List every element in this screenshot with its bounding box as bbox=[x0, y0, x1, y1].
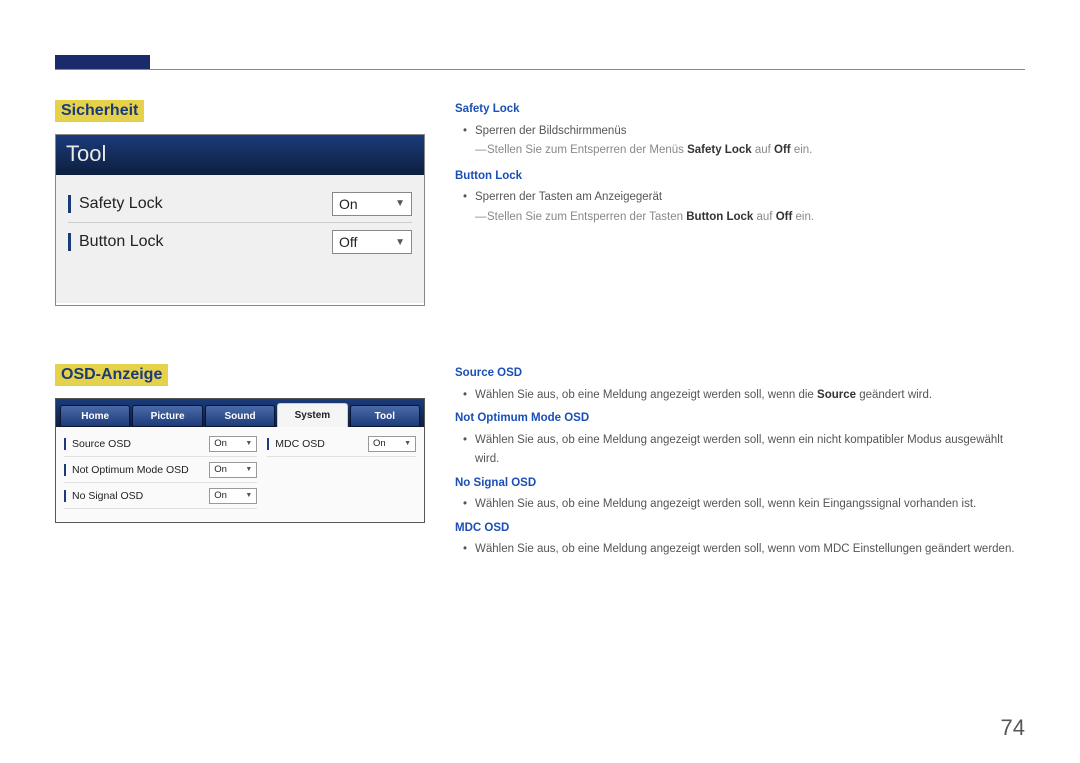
osd-row: MDC OSD On ▼ bbox=[267, 431, 416, 457]
dropdown-value: On bbox=[214, 438, 227, 449]
tab-system[interactable]: System bbox=[277, 403, 347, 427]
header-accent-bar bbox=[55, 55, 150, 69]
header-rule bbox=[55, 69, 1025, 70]
screenshot-header: Tool bbox=[56, 135, 424, 175]
row-indicator-bar bbox=[64, 490, 66, 502]
screenshot-tool-menu: Tool Safety Lock On ▼ Button Lock bbox=[55, 134, 425, 306]
dropdown[interactable]: Off ▼ bbox=[332, 230, 412, 254]
section-title-osd: OSD-Anzeige bbox=[55, 364, 168, 386]
dropdown-value: On bbox=[214, 490, 227, 501]
tab-sound[interactable]: Sound bbox=[205, 405, 275, 427]
subheading: Safety Lock bbox=[455, 100, 1025, 120]
dropdown-value: On bbox=[339, 196, 358, 212]
osd-row: Source OSD On ▼ bbox=[64, 431, 257, 457]
subheading: Not Optimum Mode OSD bbox=[455, 409, 1025, 429]
row-indicator-bar bbox=[68, 233, 71, 251]
row-indicator-bar bbox=[64, 438, 66, 450]
bullet-text: Wählen Sie aus, ob eine Meldung angezeig… bbox=[455, 495, 1025, 515]
dropdown-value: Off bbox=[339, 234, 357, 250]
row-label: Button Lock bbox=[79, 233, 332, 251]
osd-row: Not Optimum Mode OSD On ▼ bbox=[64, 457, 257, 483]
row-label: Source OSD bbox=[72, 438, 209, 450]
chevron-down-icon: ▼ bbox=[245, 492, 252, 499]
menu-row: Button Lock Off ▼ bbox=[68, 223, 412, 261]
dropdown[interactable]: On ▼ bbox=[209, 488, 257, 504]
bullet-text: Wählen Sie aus, ob eine Meldung angezeig… bbox=[455, 431, 1025, 470]
row-indicator-bar bbox=[68, 195, 71, 213]
row-indicator-bar bbox=[64, 464, 66, 476]
dropdown-value: On bbox=[373, 438, 386, 449]
tab-home[interactable]: Home bbox=[60, 405, 130, 427]
tab-tool[interactable]: Tool bbox=[350, 405, 420, 427]
subheading: No Signal OSD bbox=[455, 474, 1025, 494]
chevron-down-icon: ▼ bbox=[245, 466, 252, 473]
osd-row: No Signal OSD On ▼ bbox=[64, 483, 257, 509]
bullet-text: Wählen Sie aus, ob eine Meldung angezeig… bbox=[455, 386, 1025, 406]
bullet-text: Sperren der Tasten am Anzeigegerät bbox=[455, 188, 1025, 208]
chevron-down-icon: ▼ bbox=[404, 440, 411, 447]
screenshot-osd-menu: Home Picture Sound System Tool Source OS… bbox=[55, 398, 425, 523]
row-label: Safety Lock bbox=[79, 195, 332, 213]
bullet-text: Sperren der Bildschirmmenüs bbox=[455, 122, 1025, 142]
bullet-text: Wählen Sie aus, ob eine Meldung angezeig… bbox=[455, 540, 1025, 560]
chevron-down-icon: ▼ bbox=[245, 440, 252, 447]
chevron-down-icon: ▼ bbox=[395, 198, 405, 209]
row-indicator-bar bbox=[267, 438, 269, 450]
dropdown[interactable]: On ▼ bbox=[332, 192, 412, 216]
page-number: 74 bbox=[1001, 715, 1025, 741]
tab-picture[interactable]: Picture bbox=[132, 405, 202, 427]
note-text: Stellen Sie zum Entsperren der Tasten Bu… bbox=[455, 208, 1025, 228]
chevron-down-icon: ▼ bbox=[395, 237, 405, 248]
menu-row: Safety Lock On ▼ bbox=[68, 185, 412, 223]
tab-bar: Home Picture Sound System Tool bbox=[56, 399, 424, 427]
row-label: MDC OSD bbox=[275, 438, 368, 450]
dropdown[interactable]: On ▼ bbox=[368, 436, 416, 452]
dropdown[interactable]: On ▼ bbox=[209, 436, 257, 452]
dropdown-value: On bbox=[214, 464, 227, 475]
subheading: Source OSD bbox=[455, 364, 1025, 384]
note-text: Stellen Sie zum Entsperren der Menüs Saf… bbox=[455, 141, 1025, 161]
subheading: Button Lock bbox=[455, 167, 1025, 187]
row-label: Not Optimum Mode OSD bbox=[72, 464, 209, 476]
dropdown[interactable]: On ▼ bbox=[209, 462, 257, 478]
subheading: MDC OSD bbox=[455, 519, 1025, 539]
section-title-sicherheit: Sicherheit bbox=[55, 100, 144, 122]
row-label: No Signal OSD bbox=[72, 490, 209, 502]
